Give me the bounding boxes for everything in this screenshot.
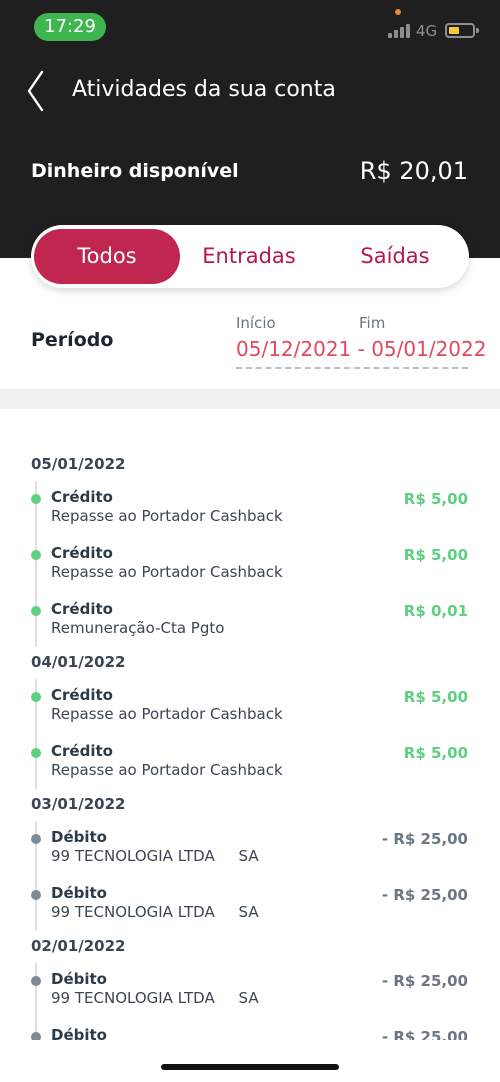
home-indicator <box>161 1064 339 1070</box>
tab-todos[interactable]: Todos <box>34 229 180 284</box>
transaction-description: Repasse ao Portador Cashback <box>51 507 283 525</box>
date-header: 05/01/2022 <box>31 455 126 473</box>
transaction-amount: - R$ 25,00 <box>381 972 468 990</box>
page-title: Atividades da sua conta <box>72 77 336 102</box>
transaction-description: Repasse ao Portador Cashback <box>51 761 283 779</box>
start-date-label: Início <box>236 314 276 332</box>
transaction-amount: R$ 5,00 <box>403 490 468 508</box>
transaction-amount: - R$ 25,00 <box>381 830 468 848</box>
transaction-description: 99 TECNOLOGIA LTDA SA <box>51 847 259 865</box>
battery-icon <box>445 23 479 38</box>
period-label: Período <box>31 329 114 351</box>
section-divider <box>0 389 500 409</box>
transaction-description: Repasse ao Portador Cashback <box>51 563 283 581</box>
transaction-type: Débito <box>51 828 107 846</box>
credit-dot <box>31 606 41 616</box>
signal-icon <box>388 22 410 38</box>
transaction-type: Crédito <box>51 742 113 760</box>
privacy-indicator-dot <box>395 9 401 15</box>
credit-dot <box>31 550 41 560</box>
credit-dot <box>31 494 41 504</box>
transaction-amount: R$ 5,00 <box>403 688 468 706</box>
balance-value: R$ 20,01 <box>359 157 468 185</box>
filter-tabs: Todos Entradas Saídas <box>31 225 469 288</box>
transaction-description: 99 TECNOLOGIA LTDA SA <box>51 903 259 921</box>
transaction-description: Repasse ao Portador Cashback <box>51 705 283 723</box>
transaction-type: Crédito <box>51 600 113 618</box>
header-area: 17:29 4G Atividades da sua conta Dinheir… <box>0 0 500 258</box>
transaction-type: Crédito <box>51 544 113 562</box>
back-icon[interactable] <box>26 70 46 112</box>
transaction-amount: R$ 5,00 <box>403 546 468 564</box>
debit-dot <box>31 890 41 900</box>
date-header: 02/01/2022 <box>31 937 126 955</box>
transaction-description: Remuneração-Cta Pgto <box>51 619 225 637</box>
timeline-line <box>35 481 37 647</box>
tab-saidas[interactable]: Saídas <box>331 229 459 284</box>
balance-label: Dinheiro disponível <box>31 160 239 182</box>
transaction-amount: R$ 5,00 <box>403 744 468 762</box>
transaction-amount: R$ 0,01 <box>403 602 468 620</box>
transaction-timeline: 05/01/2022 Crédito Repasse ao Portador Cas… <box>0 410 500 1040</box>
transaction-amount: - R$ 25,00 <box>381 1028 468 1040</box>
timeline-line <box>35 963 37 1040</box>
date-header: 03/01/2022 <box>31 795 126 813</box>
date-header: 04/01/2022 <box>31 653 126 671</box>
end-date-label: Fim <box>359 314 386 332</box>
transaction-type: Débito <box>51 884 107 902</box>
debit-dot <box>31 976 41 986</box>
credit-dot <box>31 748 41 758</box>
transaction-type: Débito <box>51 1026 107 1040</box>
date-range-underline <box>236 367 468 369</box>
debit-dot <box>31 834 41 844</box>
status-time: 17:29 <box>34 13 106 41</box>
credit-dot <box>31 692 41 702</box>
date-range-field[interactable]: 05/12/2021 - 05/01/2022 <box>236 337 486 361</box>
transaction-type: Crédito <box>51 488 113 506</box>
debit-dot <box>31 1032 41 1040</box>
transaction-amount: - R$ 25,00 <box>381 886 468 904</box>
transaction-type: Crédito <box>51 686 113 704</box>
transaction-description: 99 TECNOLOGIA LTDA SA <box>51 989 259 1007</box>
tab-entradas[interactable]: Entradas <box>187 229 311 284</box>
transaction-type: Débito <box>51 970 107 988</box>
network-type: 4G <box>416 22 438 40</box>
